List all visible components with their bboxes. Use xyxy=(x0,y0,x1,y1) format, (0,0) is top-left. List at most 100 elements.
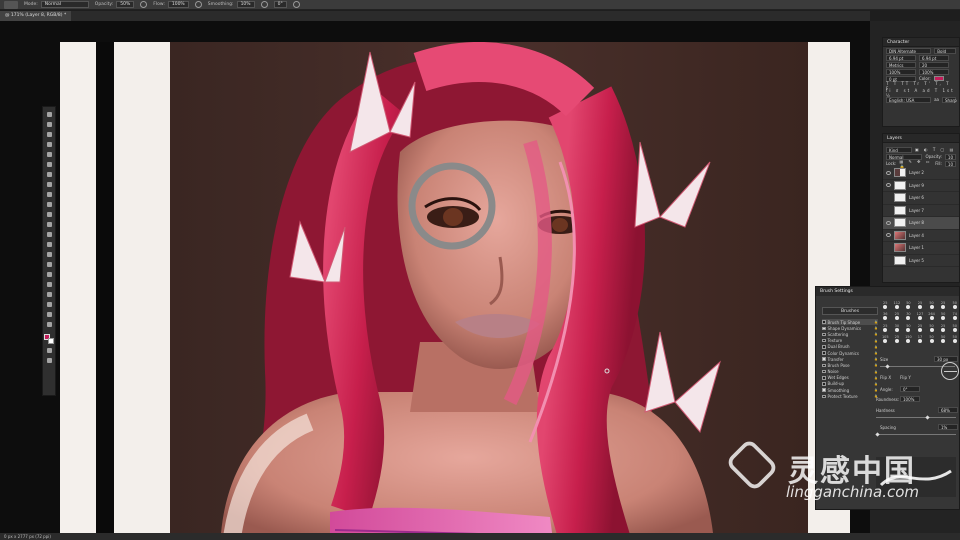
healing-brush-tool-icon[interactable] xyxy=(45,180,53,188)
hardness-slider[interactable] xyxy=(876,417,956,418)
color-swatches[interactable] xyxy=(44,334,54,344)
lock-icons[interactable]: ▦ ✎ ✥ ▭ 🔒 xyxy=(899,159,932,169)
spacing-field[interactable]: 1% xyxy=(938,424,958,430)
brush-tip-preset[interactable]: 25 xyxy=(892,335,903,341)
history-brush-tool-icon[interactable] xyxy=(45,210,53,218)
zoom-tool-icon[interactable] xyxy=(45,310,53,318)
brush-tip-preset[interactable]: 74 xyxy=(949,312,960,318)
lock-icon[interactable]: 🔒 xyxy=(874,339,878,343)
flow-field[interactable]: 100% xyxy=(167,1,189,8)
visibility-eye-icon[interactable] xyxy=(886,220,891,225)
layer-row[interactable]: Layer 5 xyxy=(883,255,959,267)
brush-option-checkbox[interactable] xyxy=(822,357,826,361)
screen-mode-icon[interactable] xyxy=(45,356,53,364)
background-color-swatch[interactable] xyxy=(48,338,54,344)
layer-row[interactable]: Layer 8 xyxy=(883,217,959,230)
brush-option-checkbox[interactable] xyxy=(822,320,826,324)
roundness-field[interactable]: 100% xyxy=(900,396,920,402)
brush-option-checkbox[interactable] xyxy=(822,369,826,374)
brush-tip-preset[interactable]: 50 xyxy=(903,301,914,307)
frame-tool-icon[interactable] xyxy=(45,160,53,168)
brush-tip-preset[interactable]: 30 xyxy=(903,312,914,318)
layer-row[interactable]: Layer 4 xyxy=(883,230,959,242)
hand-tool-icon[interactable] xyxy=(45,300,53,308)
spacing-slider-knob[interactable] xyxy=(875,431,880,437)
visibility-eye-icon[interactable] xyxy=(886,233,891,238)
brush-tip-preset[interactable]: 25 xyxy=(915,301,926,307)
brush-tip-preset[interactable]: 150 xyxy=(903,335,914,341)
filter-icons[interactable]: ▣ ◐ T ▢ ▤ xyxy=(915,147,955,152)
layer-row[interactable]: Layer 6 xyxy=(883,192,959,205)
horizontal-scale-field[interactable]: 100% xyxy=(919,68,949,75)
dodge-tool-icon[interactable] xyxy=(45,250,53,258)
brush-tip-preset[interactable]: 127 xyxy=(915,312,926,318)
brush-tip-preset[interactable]: 30 xyxy=(892,324,903,330)
mode-select[interactable]: Normal xyxy=(40,1,89,8)
quick-mask-icon[interactable] xyxy=(45,346,53,354)
layer-fill-field[interactable]: 10 xyxy=(944,160,956,167)
flow-option[interactable]: Flow: 100% xyxy=(153,1,189,8)
opacity-option[interactable]: Opacity: 50% xyxy=(95,1,135,8)
font-family-select[interactable]: DIN Alternate xyxy=(886,47,932,54)
brush-option-checkbox[interactable] xyxy=(822,394,826,399)
vertical-scale-field[interactable]: 100% xyxy=(886,68,916,75)
brush-option-checkbox[interactable] xyxy=(822,376,826,380)
type-tool-icon[interactable] xyxy=(45,270,53,278)
brush-option-checkbox[interactable] xyxy=(822,388,826,392)
smoothing-field[interactable]: 10% xyxy=(236,1,255,8)
antialias-select[interactable]: Sharp xyxy=(942,96,957,103)
more-tools-icon[interactable] xyxy=(45,320,53,328)
brush-tip-preset[interactable]: 25 xyxy=(880,324,891,330)
kerning-field[interactable]: Metrics xyxy=(886,61,916,68)
visibility-eye-icon[interactable] xyxy=(886,208,891,212)
quick-select-tool-icon[interactable] xyxy=(45,140,53,148)
smoothing-option[interactable]: Smoothing: 10% xyxy=(208,1,255,8)
brush-option-checkbox[interactable] xyxy=(822,326,826,331)
lock-icon[interactable]: 🔒 xyxy=(874,357,878,361)
angle-dial[interactable] xyxy=(941,362,959,380)
layer-row[interactable]: Layer 9 xyxy=(883,180,959,192)
angle-field[interactable]: 0° xyxy=(900,386,920,392)
path-select-tool-icon[interactable] xyxy=(45,280,53,288)
visibility-eye-icon[interactable] xyxy=(886,258,891,262)
eyedropper-tool-icon[interactable] xyxy=(45,170,53,178)
canvas-painting[interactable] xyxy=(60,42,850,533)
layer-row[interactable]: Layer 7 xyxy=(883,205,959,217)
lock-icon[interactable]: 🔒 xyxy=(874,382,878,386)
opacity-field[interactable]: 50% xyxy=(116,1,135,8)
brush-option-checkbox[interactable] xyxy=(822,332,826,337)
lock-icon[interactable]: 🔒 xyxy=(874,351,878,355)
lock-icon[interactable]: 🔒 xyxy=(874,320,878,324)
brush-tip-preset[interactable]: 25 xyxy=(880,301,891,307)
hardness-field[interactable]: 68% xyxy=(938,407,958,413)
pressure-opacity-icon[interactable] xyxy=(140,1,148,8)
angle-field[interactable]: 0° xyxy=(273,1,287,8)
brush-tip-preset[interactable]: 50 xyxy=(926,301,937,307)
crop-tool-icon[interactable] xyxy=(45,150,53,158)
brush-tip-preset[interactable]: 36 xyxy=(880,312,891,318)
leading-field[interactable]: 6.94 pt xyxy=(919,54,949,61)
layer-row[interactable]: Layer 1 xyxy=(883,242,959,255)
brush-option-checkbox[interactable] xyxy=(822,338,826,343)
brush-tip-preset[interactable]: 50 xyxy=(949,335,960,341)
brush-option-checkbox[interactable] xyxy=(822,345,826,349)
lock-icon[interactable]: 🔒 xyxy=(874,345,878,349)
document-tab[interactable]: @ 171% (Layer 8, RGB/8) * xyxy=(0,11,72,21)
lock-icon[interactable]: 🔒 xyxy=(874,388,878,392)
brush-tool-icon[interactable] xyxy=(45,190,53,198)
lock-icon[interactable]: 🔒 xyxy=(874,376,878,380)
brush-tool-preset-icon[interactable] xyxy=(4,1,18,9)
brush-tip-preset[interactable]: 50 xyxy=(949,324,960,330)
flip-x-checkbox[interactable]: Flip X xyxy=(880,375,891,380)
size-field[interactable]: 30 px xyxy=(934,356,958,362)
visibility-eye-icon[interactable] xyxy=(886,196,891,200)
brush-tip-preset[interactable]: 105 xyxy=(880,335,891,341)
brush-tip-preset[interactable]: 112 xyxy=(892,301,903,307)
lock-icon[interactable]: 🔒 xyxy=(874,363,878,367)
brush-option-checkbox[interactable] xyxy=(822,382,826,386)
blur-tool-icon[interactable] xyxy=(45,240,53,248)
brush-tip-preset[interactable]: 25 xyxy=(938,324,949,330)
pen-tool-icon[interactable] xyxy=(45,260,53,268)
brushes-button[interactable]: Brushes xyxy=(822,307,878,315)
hardness-slider-knob[interactable] xyxy=(925,414,930,420)
